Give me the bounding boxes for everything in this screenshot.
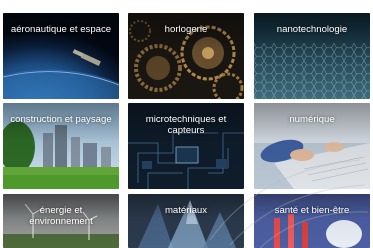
tile-label: matériaux <box>164 205 208 216</box>
sector-grid: aéronautique et espace horlogerie nanote… <box>0 0 373 248</box>
tile-nanotechnologie[interactable]: nanotechnologie <box>254 13 370 99</box>
tile-horlogerie[interactable]: horlogerie <box>128 13 244 99</box>
tile-sante-bien-etre[interactable]: santé et bien-être <box>254 194 370 248</box>
tile-numerique[interactable]: numérique <box>254 103 370 189</box>
tile-materiaux[interactable]: matériaux <box>128 194 244 248</box>
tile-construction-paysage[interactable]: construction et paysage <box>3 103 119 189</box>
tile-energie-environnement[interactable]: énergie et environnement <box>3 194 119 248</box>
tile-label: nanotechnologie <box>276 24 348 35</box>
tile-label: construction et paysage <box>10 114 112 125</box>
tile-label: horlogerie <box>164 24 208 35</box>
tile-label: aéronautique et espace <box>10 24 112 35</box>
tile-label: santé et bien-être <box>274 205 350 216</box>
tile-microtechniques-capteurs[interactable]: microtechniques et capteurs <box>128 103 244 189</box>
tile-label: énergie et environnement <box>29 205 93 227</box>
tile-label: numérique <box>289 114 335 125</box>
tile-aeronautique-espace[interactable]: aéronautique et espace <box>3 13 119 99</box>
tile-label: microtechniques et capteurs <box>145 114 227 136</box>
